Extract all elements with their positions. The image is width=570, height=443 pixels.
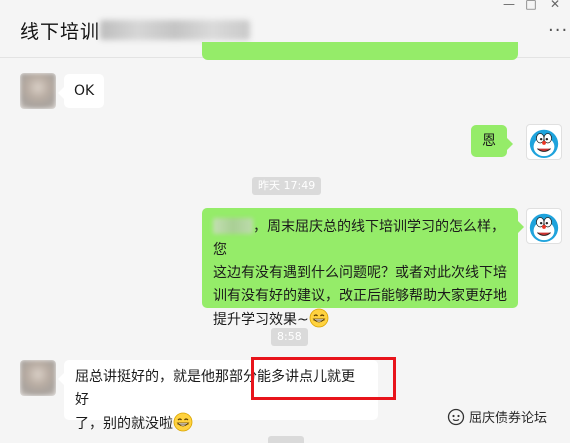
doraemon-avatar-icon bbox=[529, 129, 559, 159]
outgoing-message-bubble[interactable]: ，周末屈庆总的线下培训学习的怎么样，您 这边有没有遇到什么问题呢？或者对此次线下… bbox=[202, 208, 524, 328]
my-avatar[interactable] bbox=[526, 208, 562, 244]
contact-avatar[interactable] bbox=[20, 73, 56, 109]
message-text: 恩 bbox=[482, 133, 496, 149]
previous-message-bubble bbox=[202, 42, 518, 60]
watermark-text: 屈庆债券论坛 bbox=[469, 411, 548, 426]
timestamp: 昨天 17:49 bbox=[252, 177, 322, 195]
contact-avatar[interactable] bbox=[20, 360, 56, 396]
message-line: ，周末屈庆总的线下培训学习的怎么样，您 bbox=[213, 219, 505, 258]
blurred-title-suffix bbox=[100, 20, 250, 40]
more-options-button[interactable]: ··· bbox=[548, 22, 567, 44]
message-line: 提升学习效果~ bbox=[213, 312, 309, 328]
grinning-face-icon bbox=[309, 308, 329, 328]
wechat-official-account-icon bbox=[447, 408, 465, 425]
blurred-name bbox=[213, 218, 253, 234]
red-highlight-box bbox=[251, 357, 396, 400]
message-text: OK bbox=[74, 83, 95, 99]
message-line: 屈总讲挺好的，就是他那部分 bbox=[75, 369, 257, 385]
watermark: 屈庆债券论坛 bbox=[447, 407, 547, 426]
timestamp-partial bbox=[268, 436, 304, 443]
close-button[interactable]: ✕ bbox=[546, 0, 564, 12]
my-avatar[interactable] bbox=[526, 124, 562, 160]
message-line: 这边有没有遇到什么问题呢？或者对此次线下培 bbox=[213, 265, 507, 281]
message-line: 了，别的就没啦 bbox=[75, 416, 173, 432]
grinning-face-icon bbox=[173, 412, 193, 432]
message-line: 训有没有好的建议，改正后能够帮助大家更好地 bbox=[213, 288, 507, 304]
incoming-message-bubble[interactable]: OK bbox=[57, 74, 105, 108]
doraemon-avatar-icon bbox=[529, 213, 559, 243]
timestamp: 8:58 bbox=[271, 328, 308, 346]
maximize-button[interactable]: □ bbox=[522, 0, 540, 12]
minimize-button[interactable]: — bbox=[500, 0, 518, 12]
chat-title: 线下培训 bbox=[20, 21, 101, 43]
outgoing-message-bubble[interactable]: 恩 bbox=[471, 125, 513, 157]
